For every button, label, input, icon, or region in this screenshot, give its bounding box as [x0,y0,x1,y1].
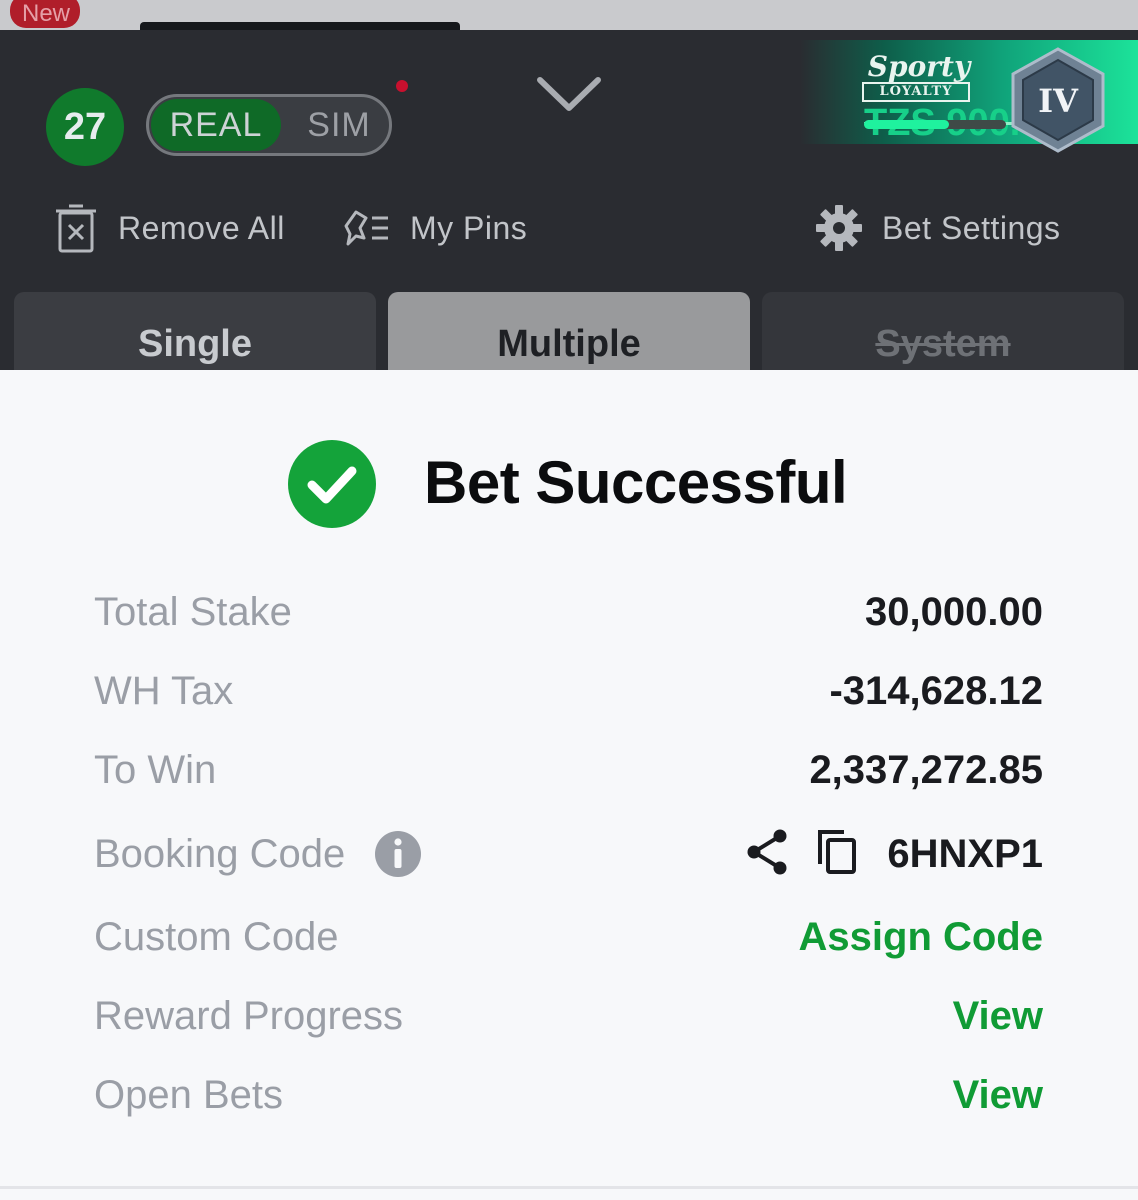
check-circle-icon [288,440,376,528]
chevron-down-icon[interactable] [536,74,602,114]
mode-sim-option[interactable]: SIM [289,99,389,151]
tier-badge-icon[interactable]: IV [1008,46,1108,154]
reward-progress-view-link[interactable]: View [953,994,1043,1039]
tab-multiple[interactable]: Multiple [388,292,750,372]
wh-tax-value: -314,628.12 [829,669,1043,713]
loyalty-logo-subtext: LOYALTY [862,82,970,102]
new-badge: New [10,0,80,28]
share-icon[interactable] [744,828,790,876]
gear-icon [816,205,862,251]
remove-all-label: Remove All [118,209,285,246]
notch-bar [140,22,460,30]
betslip-header: 27 REAL SIM TZS 900.67 Sporty LOYALTY IV… [0,30,1138,372]
open-bets-label: Open Bets [94,1073,284,1117]
open-bets-view-link[interactable]: View [953,1073,1043,1118]
total-stake-label: Total Stake [94,590,292,634]
my-pins-button[interactable]: My Pins [342,202,527,254]
bet-success-title: Bet Successful [424,449,848,516]
top-strip: New [0,0,1138,30]
reward-progress-label: Reward Progress [94,994,404,1038]
wh-tax-label: WH Tax [94,669,234,713]
pin-list-icon [344,210,388,246]
copy-icon[interactable] [814,828,860,876]
bet-count-badge: 27 [46,88,124,166]
real-sim-toggle[interactable]: REAL SIM [146,94,392,156]
assign-code-link[interactable]: Assign Code [799,915,1043,960]
my-pins-label: My Pins [410,209,528,246]
loyalty-logo-text: Sporty [867,50,971,83]
panel-divider [0,1186,1138,1189]
tab-system[interactable]: System [762,292,1124,372]
info-icon[interactable] [374,830,422,878]
notification-dot [396,80,408,92]
mode-real-option[interactable]: REAL [151,99,281,151]
total-stake-value: 30,000.00 [865,590,1043,634]
booking-code-value: 6HNXP1 [887,832,1043,876]
tab-single[interactable]: Single [14,292,376,372]
to-win-value: 2,337,272.85 [809,748,1043,792]
to-win-label: To Win [94,748,217,792]
remove-all-button[interactable]: Remove All [54,202,285,254]
bet-settings-button[interactable]: Bet Settings [816,202,1061,254]
tier-label: IV [1038,82,1079,120]
trash-icon [56,204,96,253]
loyalty-progress-fill [864,120,950,129]
custom-code-label: Custom Code [94,915,339,959]
booking-code-label: Booking Code [94,832,346,876]
bet-settings-label: Bet Settings [882,209,1061,246]
